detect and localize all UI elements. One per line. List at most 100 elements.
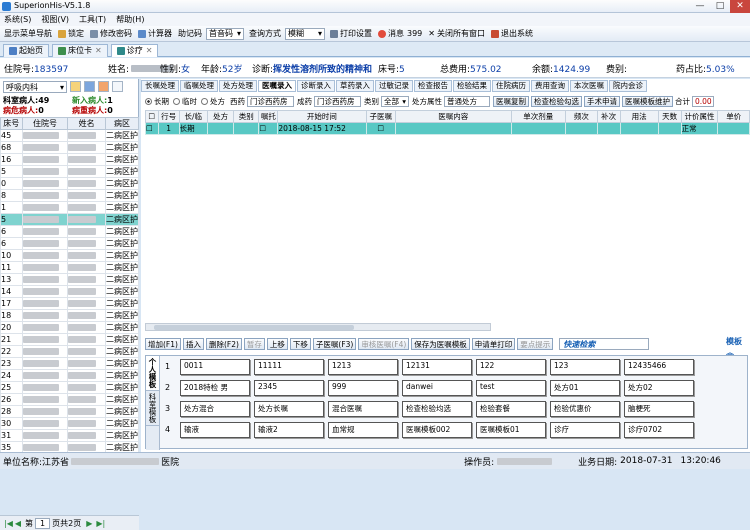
row-usage[interactable] [619, 122, 659, 135]
row-dose[interactable] [510, 122, 567, 135]
template-item[interactable]: 诊疗0702 [624, 422, 694, 438]
col-inpatient-no[interactable]: 住院号 [21, 117, 69, 130]
category-select[interactable]: 全部 ▾ [381, 96, 409, 107]
table-row[interactable]: 22 二病区护 [0, 345, 140, 358]
template-item[interactable]: 123 [550, 359, 620, 375]
grid-view-icon[interactable] [112, 81, 123, 92]
subtab-consultation[interactable]: 院内会诊 [609, 79, 647, 92]
template-item[interactable]: 血常规 [328, 422, 398, 438]
template-item[interactable]: danwei [402, 380, 472, 396]
template-item[interactable]: 医嘱模板01 [476, 422, 546, 438]
prev-page-icon[interactable]: ◀ [15, 519, 21, 528]
close-icon[interactable]: ✕ [146, 46, 153, 55]
row-frequency[interactable] [565, 122, 598, 135]
close-icon[interactable]: ✕ [730, 0, 750, 13]
table-row[interactable]: 16 二病区护 [0, 153, 140, 166]
table-row[interactable]: 30 二病区护 [0, 417, 140, 430]
pin-icon[interactable] [98, 81, 109, 92]
table-row[interactable]: 11 二病区护 [0, 261, 140, 274]
next-page-icon[interactable]: ▶ [86, 519, 92, 528]
table-row[interactable]: 13 二病区护 [0, 273, 140, 286]
subtab-current-orders[interactable]: 本次医嘱 [570, 79, 608, 92]
subtab-fee-query[interactable]: 费用查询 [531, 79, 569, 92]
template-item[interactable]: 混合医嘱 [328, 401, 398, 417]
tab-start-page[interactable]: 起始页 [3, 43, 49, 57]
table-row[interactable]: 28 二病区护 [0, 405, 140, 418]
radio-long[interactable] [145, 98, 152, 105]
row-sub-order[interactable]: ☐ [365, 122, 396, 135]
delete-button[interactable]: 删除(F2) [205, 338, 242, 350]
table-row[interactable]: 1 二病区护 [0, 201, 140, 214]
col-name[interactable]: 姓名 [67, 117, 106, 130]
template-item[interactable]: 11111 [254, 359, 324, 375]
table-row[interactable]: 17 二病区护 [0, 297, 140, 310]
table-row[interactable]: 24 二病区护 [0, 369, 140, 382]
template-item[interactable]: test [476, 380, 546, 396]
template-item[interactable]: 处方混合 [180, 401, 250, 417]
lock-button[interactable]: 锁定 [56, 27, 86, 41]
table-row[interactable]: 18 二病区护 [0, 309, 140, 322]
table-row[interactable]: 6 二病区护 [0, 237, 140, 250]
radio-rx[interactable] [201, 98, 208, 105]
hold-button[interactable]: 暂存 [243, 338, 265, 350]
move-up-button[interactable]: 上移 [266, 338, 288, 350]
message-button[interactable]: 消息 399 [376, 27, 424, 41]
template-item[interactable]: 12435466 [624, 359, 694, 375]
print-settings-button[interactable]: 打印设置 [328, 27, 374, 41]
table-row[interactable]: 0 二病区护 [0, 177, 140, 190]
subtab-order-entry[interactable]: 医嘱录入 [258, 79, 296, 92]
surgery-request-button[interactable]: 手术申请 [584, 96, 620, 107]
calculator-button[interactable]: 计算器 [136, 27, 174, 41]
table-row[interactable]: 25 二病区护 [0, 381, 140, 394]
minimize-icon[interactable]: — [690, 0, 710, 13]
tab-personal-template[interactable]: 个人模板 [146, 356, 159, 391]
row-content[interactable] [394, 122, 512, 135]
rx-attr-field[interactable]: 普通处方 [444, 96, 490, 107]
subtab-prescription[interactable]: 处方处理 [219, 79, 257, 92]
copy-order-button[interactable]: 医嘱复制 [493, 96, 529, 107]
template-item[interactable]: 检验套餐 [476, 401, 546, 417]
template-item[interactable]: 检验优惠价 [550, 401, 620, 417]
review-order-button[interactable]: 审核医嘱(F4) [358, 338, 410, 350]
select-all-checkbox[interactable]: ☐ [145, 110, 159, 123]
template-item[interactable]: 处方02 [624, 380, 694, 396]
table-row[interactable]: 14 二病区护 [0, 285, 140, 298]
row-category[interactable] [233, 122, 260, 135]
patent-pharmacy-field[interactable]: 门诊西药房 [314, 96, 361, 107]
table-row[interactable]: 26 二病区护 [0, 393, 140, 406]
save-template-button[interactable]: 保存为医嘱模板 [411, 338, 470, 350]
table-row[interactable]: 8 二病区护 [0, 189, 140, 202]
maximize-icon[interactable]: □ [710, 0, 730, 13]
template-item[interactable]: 2018特检 男 [180, 380, 250, 396]
template-maintain-button[interactable]: 医嘱模板维护 [622, 96, 673, 107]
key-points-button[interactable]: 要点提示 [517, 338, 554, 350]
horizontal-scrollbar[interactable] [145, 323, 491, 331]
row-entrust[interactable]: ☐ [258, 122, 279, 135]
row-extra[interactable] [596, 122, 621, 135]
exam-check-button[interactable]: 检查检验勾选 [531, 96, 582, 107]
subtab-lab-results[interactable]: 检验结果 [453, 79, 491, 92]
first-page-icon[interactable]: |◀ [4, 519, 13, 528]
table-row[interactable]: 23 二病区护 [0, 357, 140, 370]
subtab-exam-report[interactable]: 检查报告 [414, 79, 452, 92]
tab-dept-template[interactable]: 科室模板 [146, 391, 159, 426]
subtab-temp-orders[interactable]: 临嘱处理 [180, 79, 218, 92]
template-item[interactable]: 检查检验均选 [402, 401, 472, 417]
close-all-windows-button[interactable]: ✕ 关闭所有窗口 [426, 27, 487, 41]
template-item[interactable]: 输液 [180, 422, 250, 438]
menu-system[interactable]: 系统(S) [4, 13, 31, 26]
table-row[interactable]: 21 二病区护 [0, 333, 140, 346]
add-button[interactable]: 增加(F1) [145, 338, 181, 350]
nav-menu-button[interactable]: 显示菜单导航 [2, 27, 54, 41]
sub-order-button[interactable]: 子医嘱(F3) [312, 338, 357, 350]
table-row[interactable]: 5 二病区护 [0, 213, 140, 226]
template-item[interactable]: 999 [328, 380, 398, 396]
template-item[interactable]: 1213 [328, 359, 398, 375]
table-row[interactable]: 20 二病区护 [0, 321, 140, 334]
subtab-allergy[interactable]: 过敏记录 [375, 79, 413, 92]
row-start-time[interactable]: 2018-08-15 17:52 [277, 122, 367, 135]
menu-tools[interactable]: 工具(T) [79, 13, 106, 26]
close-icon[interactable]: ✕ [95, 46, 102, 55]
template-item[interactable]: 处方01 [550, 380, 620, 396]
row-rx[interactable] [206, 122, 235, 135]
